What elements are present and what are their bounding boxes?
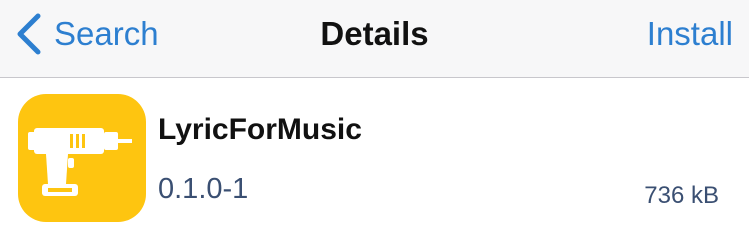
power-drill-icon: [28, 128, 132, 196]
chevron-left-icon: [17, 13, 41, 55]
app-icon: [18, 94, 146, 222]
package-version: 0.1.0-1: [158, 173, 249, 205]
package-size: 736 kB: [644, 182, 719, 209]
back-button-label: Search: [54, 15, 159, 52]
package-details-screen: Search Details Install LyricForMusic 0.1…: [0, 0, 749, 240]
package-name: LyricForMusic: [158, 113, 362, 146]
install-button[interactable]: Install: [647, 12, 733, 56]
navigation-bar: Search Details Install: [0, 0, 749, 78]
package-info: LyricForMusic 0.1.0-1 736 kB: [0, 78, 749, 240]
back-button[interactable]: Search: [14, 12, 159, 56]
